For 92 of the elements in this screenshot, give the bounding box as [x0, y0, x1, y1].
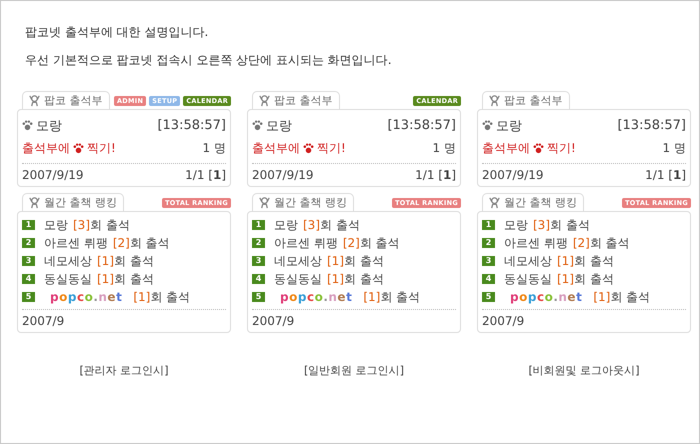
time-text: [13:58:57] — [387, 118, 456, 133]
person-icon — [258, 94, 271, 107]
checkin-link[interactable]: 출석부에 — [22, 140, 70, 157]
month-text: 2007/9 — [482, 314, 524, 328]
attendance-count: [1]회 출석 — [593, 288, 650, 306]
rank-number: 5 — [22, 292, 35, 302]
paw-icon — [22, 120, 33, 131]
rank-number: 3 — [22, 256, 35, 266]
month-text: 2007/9 — [252, 314, 294, 328]
user-name: 모랑 — [266, 118, 292, 134]
intro-text: 팝코넷 출석부에 대한 설명입니다. — [25, 25, 210, 39]
attendance-count: [2]회 출석 — [112, 234, 170, 252]
rank-number: 4 — [22, 274, 35, 284]
rank-number: 2 — [482, 238, 495, 248]
person-icon — [28, 196, 41, 209]
page-text: 1/1 [1] — [185, 168, 226, 182]
user-name: 모랑 — [496, 118, 522, 134]
attendance-count: [1]회 출석 — [327, 252, 384, 270]
rank-number: 5 — [252, 292, 265, 302]
date-text: 2007/9/19 — [252, 168, 314, 182]
user-name: 모랑 — [36, 118, 62, 134]
paw-icon — [533, 143, 544, 154]
caption-text: [비회원및 로그아웃시] — [527, 363, 641, 378]
attendance-count: [3]회 출석 — [533, 216, 590, 234]
ranking-name[interactable]: 모랑 — [44, 216, 68, 234]
ranking-name[interactable]: 동실동실 — [274, 270, 322, 288]
count-text: 1 명 — [202, 140, 226, 157]
rank-number: 1 — [482, 220, 495, 230]
count-text: 1 명 — [432, 140, 456, 157]
ranking-name[interactable]: 동실동실 — [504, 270, 552, 288]
ranking-tab[interactable]: 월간 출책 랭킹 — [482, 193, 584, 211]
attendance-count: [1]회 출석 — [97, 252, 154, 270]
rank-number: 1 — [22, 220, 35, 230]
attendance-count: [1]회 출석 — [133, 288, 190, 306]
rank-number: 2 — [22, 238, 35, 248]
intro-text: 우선 기본적으로 팝코넷 접속시 오른쪽 상단에 표시되는 화면입니다. — [25, 53, 393, 67]
ranking-name[interactable]: 아르센 뤼팽 — [274, 234, 338, 252]
site-logo[interactable]: popco.net — [44, 290, 128, 304]
attendance-count: [3]회 출석 — [303, 216, 360, 234]
attendance-count: [1]회 출석 — [327, 270, 384, 288]
caption-text: [일반회원 로그인시] — [302, 363, 406, 378]
checkin-link[interactable]: 출석부에 — [482, 140, 530, 157]
person-icon — [488, 94, 501, 107]
checkin-link[interactable]: 찍기! — [87, 140, 116, 157]
rank-number: 3 — [482, 256, 495, 266]
rank-number: 5 — [482, 292, 495, 302]
ranking-tab[interactable]: 월간 출책 랭킹 — [22, 193, 124, 211]
paw-icon — [482, 120, 493, 131]
attendance-count: [1]회 출석 — [363, 288, 420, 306]
rank-number: 1 — [252, 220, 265, 230]
checkin-link[interactable]: 찍기! — [547, 140, 576, 157]
attendance-count: [1]회 출석 — [97, 270, 154, 288]
checkin-link[interactable]: 찍기! — [317, 140, 346, 157]
ranking-name[interactable]: 아르센 뤼팽 — [44, 234, 108, 252]
person-icon — [488, 196, 501, 209]
ranking-name[interactable]: 모랑 — [274, 216, 298, 234]
rank-number: 2 — [252, 238, 265, 248]
attendance-tab[interactable]: 팝코 출석부 — [252, 91, 340, 109]
paw-icon — [73, 143, 84, 154]
checkin-link[interactable]: 출석부에 — [252, 140, 300, 157]
ranking-name[interactable]: 네모세상 — [44, 252, 92, 270]
attendance-tab[interactable]: 팝코 출석부 — [22, 91, 110, 109]
ranking-name[interactable]: 네모세상 — [504, 252, 552, 270]
rank-number: 4 — [482, 274, 495, 284]
site-logo[interactable]: popco.net — [504, 290, 588, 304]
attendance-tab[interactable]: 팝코 출석부 — [482, 91, 570, 109]
caption-text: [관리자 로그인시] — [78, 363, 170, 378]
rank-number: 3 — [252, 256, 265, 266]
attendance-count: [2]회 출석 — [342, 234, 400, 252]
ranking-name[interactable]: 네모세상 — [274, 252, 322, 270]
count-text: 1 명 — [662, 140, 686, 157]
time-text: [13:58:57] — [157, 118, 226, 133]
rank-number: 4 — [252, 274, 265, 284]
ranking-name[interactable]: 모랑 — [504, 216, 528, 234]
page-text: 1/1 [1] — [645, 168, 686, 182]
person-icon — [28, 94, 41, 107]
paw-icon — [252, 120, 263, 131]
date-text: 2007/9/19 — [22, 168, 84, 182]
page-text: 1/1 [1] — [415, 168, 456, 182]
ranking-tab[interactable]: 월간 출책 랭킹 — [252, 193, 354, 211]
attendance-count: [1]회 출석 — [557, 252, 614, 270]
person-icon — [258, 196, 271, 209]
attendance-count: [2]회 출석 — [572, 234, 630, 252]
site-logo[interactable]: popco.net — [274, 290, 358, 304]
paw-icon — [303, 143, 314, 154]
ranking-name[interactable]: 동실동실 — [44, 270, 92, 288]
ranking-name[interactable]: 아르센 뤼팽 — [504, 234, 568, 252]
month-text: 2007/9 — [22, 314, 64, 328]
attendance-count: [3]회 출석 — [73, 216, 130, 234]
attendance-count: [1]회 출석 — [557, 270, 614, 288]
time-text: [13:58:57] — [617, 118, 686, 133]
date-text: 2007/9/19 — [482, 168, 544, 182]
